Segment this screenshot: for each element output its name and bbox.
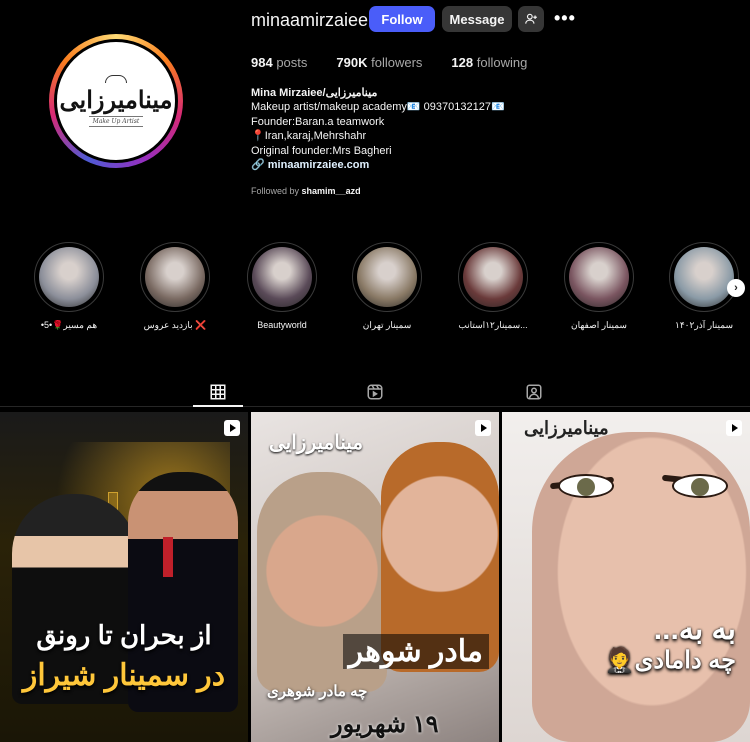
highlight-item[interactable]: سمینار۱۲استانب... [458, 242, 528, 331]
avatar-logo-sub: Make Up Artist [88, 116, 144, 127]
post-caption: ۱۹ شهریور [331, 711, 439, 738]
post-caption: به به... [653, 613, 736, 646]
posts-count: 984 [251, 55, 273, 70]
bio-line: Makeup artist/makeup academy📧 0937013212… [251, 101, 505, 114]
post-caption: چه دامادی🤵 [604, 647, 736, 674]
highlight-cover [34, 242, 104, 312]
post-caption: در سمینار شیراز [22, 659, 226, 692]
highlight-image [39, 247, 99, 307]
bio-link[interactable]: 🔗 minaamirzaiee.com [251, 158, 505, 172]
bio-link-text[interactable]: minaamirzaiee.com [268, 159, 370, 171]
highlight-label: Beautyworld [257, 320, 307, 330]
highlight-image [463, 247, 523, 307]
highlight-item[interactable]: بازدید عروس ❌ [140, 242, 210, 331]
more-options-icon[interactable]: ••• [554, 9, 576, 27]
bio-line: Founder:Baran.a teamwork [251, 115, 385, 128]
following-count: 128 [451, 55, 474, 70]
follow-button[interactable]: Follow [369, 6, 435, 32]
crown-icon [105, 75, 127, 83]
highlight-cover [352, 242, 422, 312]
reel-icon [224, 420, 240, 436]
profile-bio: Mina Mirzaiee/مینامیرزایی Makeup artist/… [251, 86, 505, 172]
highlight-label: سمینار۱۲استانب... [458, 320, 528, 330]
highlight-label: بازدید عروس ❌ [143, 320, 207, 330]
posts-stat[interactable]: 984 posts [251, 55, 307, 70]
post-person [558, 474, 614, 498]
followed-by-prefix: Followed by [251, 186, 300, 196]
bio-line: Original founder:Mrs Bagheri [251, 144, 392, 157]
reel-icon [726, 420, 742, 436]
highlight-item[interactable]: Beautyworld [247, 242, 317, 330]
highlight-label: سمینار تهران [362, 320, 412, 330]
message-button[interactable]: Message [442, 6, 512, 32]
bio-name: Mina Mirzaiee/مینامیرزایی [251, 87, 378, 99]
highlight-image [252, 247, 312, 307]
reel-icon [475, 420, 491, 436]
post-logo: مینامیرزایی [524, 418, 609, 439]
highlight-item[interactable]: •هم مسیر🌹•5 [34, 242, 104, 331]
following-label: following [476, 55, 528, 70]
posts-label: posts [276, 55, 308, 70]
post-thumbnail[interactable]: مینامیرزایی مادر شوهر چه مادر شوهری ۱۹ ش… [251, 412, 499, 742]
post-thumbnail[interactable]: از بحران تا رونق در سمینار شیراز [0, 412, 248, 742]
tab-active-indicator [193, 405, 243, 407]
post-person [163, 537, 173, 577]
grid-icon [210, 384, 226, 400]
bio-line: 📍Iran,karaj,Mehrshahr [251, 130, 367, 143]
reels-icon [367, 384, 383, 400]
link-icon: 🔗 [251, 159, 265, 172]
highlight-cover [564, 242, 634, 312]
followers-count: 790K [336, 55, 368, 70]
highlight-item[interactable]: سمینار اصفهان [564, 242, 634, 331]
suggest-users-button[interactable] [518, 6, 544, 32]
highlight-label: •هم مسیر🌹•5 [40, 320, 98, 330]
highlight-cover [247, 242, 317, 312]
add-user-icon [525, 13, 537, 24]
highlight-label: سمینار آذر۱۴۰۲ [675, 320, 733, 330]
post-person [672, 474, 728, 498]
profile-avatar[interactable]: مینامیرزایی Make Up Artist [54, 39, 178, 163]
followed-by[interactable]: Followed by shamim__azd [251, 186, 361, 196]
post-thumbnail[interactable]: مینامیرزایی به به... چه دامادی🤵 [502, 412, 750, 742]
profile-avatar-ring[interactable]: مینامیرزایی Make Up Artist [49, 34, 183, 168]
profile-username: minaamirzaiee [251, 10, 369, 30]
followed-by-user[interactable]: shamim__azd [302, 186, 361, 196]
post-logo: مینامیرزایی [269, 430, 364, 454]
highlight-cover [669, 242, 739, 312]
post-caption: از بحران تا رونق [36, 620, 212, 650]
highlight-image [569, 247, 629, 307]
tagged-icon [526, 384, 542, 400]
highlight-image [357, 247, 417, 307]
tab-tagged[interactable] [525, 383, 545, 403]
chevron-right-icon[interactable]: › [727, 279, 745, 297]
highlight-item[interactable]: سمینار تهران [352, 242, 422, 331]
highlight-cover [458, 242, 528, 312]
tab-divider [0, 406, 750, 407]
avatar-logo-text: مینامیرزایی [59, 85, 173, 114]
tab-reels[interactable] [366, 383, 386, 403]
followers-label: followers [371, 55, 423, 70]
following-stat[interactable]: 128 following [451, 55, 527, 70]
highlight-label: سمینار اصفهان [571, 320, 627, 330]
post-caption: مادر شوهر [342, 634, 489, 669]
post-caption: چه مادر شوهری [267, 683, 368, 700]
profile-stats: 984 posts 790K followers 128 following [251, 55, 527, 70]
highlight-image [145, 247, 205, 307]
highlight-image [674, 247, 734, 307]
highlight-cover [140, 242, 210, 312]
followers-stat[interactable]: 790K followers [336, 55, 422, 70]
tab-posts[interactable] [209, 383, 229, 403]
